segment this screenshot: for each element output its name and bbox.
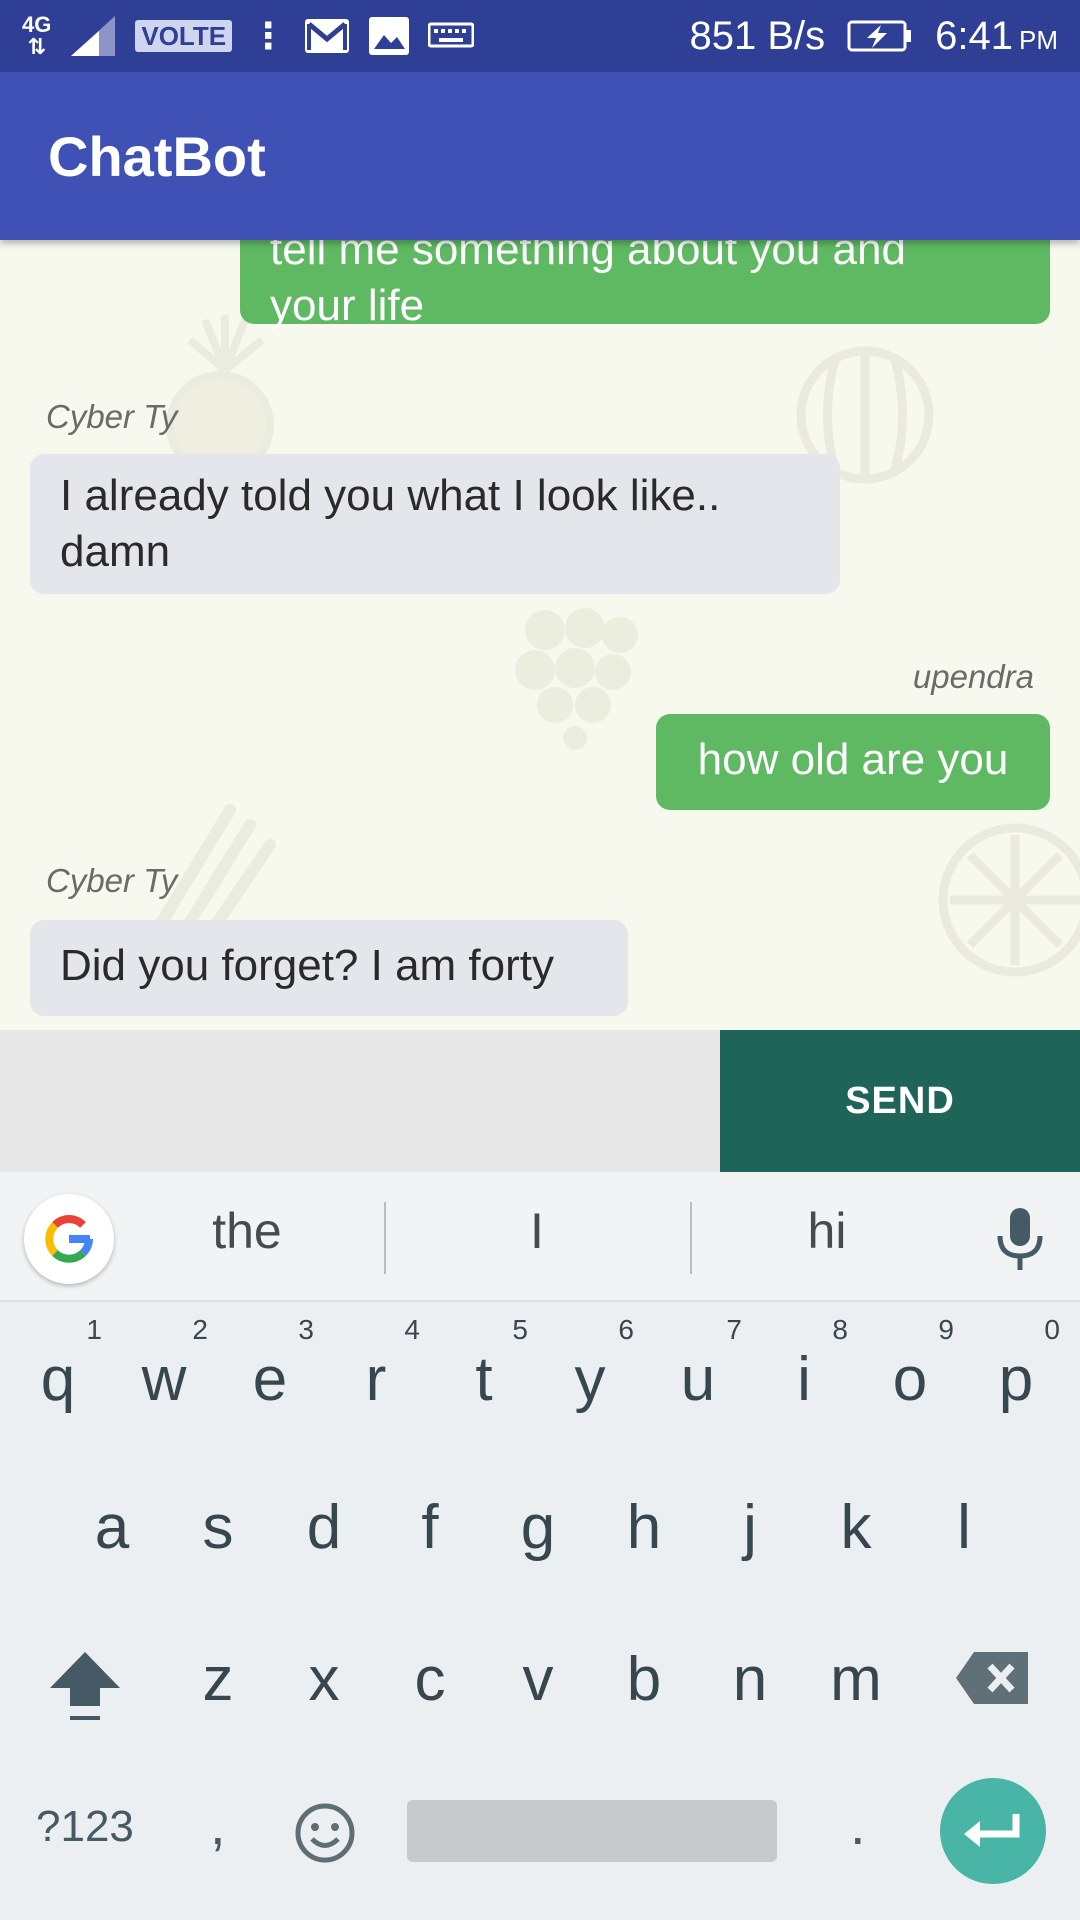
grapes-decoration-icon bbox=[515, 608, 638, 750]
suggestion-divider bbox=[384, 1202, 386, 1274]
battery-charging-icon bbox=[847, 20, 912, 52]
key-h[interactable]: h bbox=[594, 1454, 694, 1584]
enter-icon bbox=[964, 1814, 1020, 1847]
bot-message-bubble[interactable]: I already told you what I look like.. da… bbox=[30, 454, 840, 594]
message-compose-bar: SEND bbox=[0, 1030, 1080, 1172]
bot-sender-name: Cyber Ty bbox=[46, 398, 178, 435]
status-bar: 4G ⇅ VOLTE ⋮ 851 B/s 6:41 PM bbox=[0, 0, 1080, 72]
key-s[interactable]: s bbox=[168, 1454, 268, 1584]
message-text: tell me something about you and bbox=[270, 240, 906, 274]
google-logo-icon bbox=[45, 1215, 93, 1263]
key-v[interactable]: v bbox=[488, 1606, 588, 1736]
key-i[interactable]: 8i bbox=[754, 1306, 854, 1436]
suggestion-item[interactable]: I bbox=[412, 1202, 662, 1260]
signal-icon bbox=[71, 16, 116, 56]
bot-sender-name: Cyber Ty bbox=[46, 862, 178, 899]
citrus-decoration-icon bbox=[938, 823, 1080, 977]
key-j[interactable]: j bbox=[700, 1454, 800, 1584]
send-button[interactable]: SEND bbox=[720, 1030, 1080, 1172]
message-text: damn bbox=[60, 527, 171, 576]
key-b[interactable]: b bbox=[594, 1606, 694, 1736]
key-p[interactable]: 0p bbox=[966, 1306, 1066, 1436]
shift-icon[interactable] bbox=[44, 1644, 126, 1726]
more-notifications-icon: ⋮ bbox=[250, 15, 287, 56]
message-input[interactable] bbox=[0, 1030, 720, 1172]
key-e[interactable]: 3e bbox=[220, 1306, 320, 1436]
user-message-bubble[interactable]: how old are you bbox=[656, 714, 1050, 810]
message-text: Did you forget? I am forty bbox=[60, 941, 554, 990]
suggestion-divider bbox=[690, 1202, 692, 1274]
key-g[interactable]: g bbox=[488, 1454, 588, 1584]
network-type: 4G bbox=[22, 12, 52, 37]
user-sender-name: upendra bbox=[912, 658, 1034, 695]
message-text: how old are you bbox=[697, 735, 1009, 784]
key-z[interactable]: z bbox=[168, 1606, 268, 1736]
status-right: 851 B/s 6:41 PM bbox=[689, 8, 1058, 64]
gmail-icon bbox=[305, 19, 350, 53]
volte-badge: VOLTE bbox=[135, 20, 233, 52]
keyboard-notification-icon bbox=[428, 22, 475, 48]
bot-message-bubble[interactable]: Did you forget? I am forty bbox=[30, 920, 628, 1016]
key-x[interactable]: x bbox=[274, 1606, 374, 1736]
key-q[interactable]: 1q bbox=[8, 1306, 108, 1436]
screen: 4G ⇅ VOLTE ⋮ 851 B/s 6:41 PM ChatBot tel… bbox=[0, 0, 1080, 1920]
asparagus-decoration-icon bbox=[154, 804, 276, 935]
key-y[interactable]: 6y bbox=[540, 1306, 640, 1436]
key-l[interactable]: l bbox=[914, 1454, 1014, 1584]
key-n[interactable]: n bbox=[700, 1606, 800, 1736]
key-c[interactable]: c bbox=[380, 1606, 480, 1736]
key-a[interactable]: a bbox=[62, 1454, 162, 1584]
key-o[interactable]: 9o bbox=[860, 1306, 960, 1436]
google-search-button[interactable] bbox=[24, 1194, 114, 1284]
network-indicator: 4G ⇅ bbox=[22, 14, 51, 58]
suggestion-strip: the I hi bbox=[0, 1172, 1080, 1302]
backspace-icon[interactable] bbox=[956, 1650, 1030, 1706]
emoji-icon[interactable] bbox=[294, 1802, 356, 1864]
key-w[interactable]: 2w bbox=[114, 1306, 214, 1436]
data-arrows-icon: ⇅ bbox=[27, 34, 46, 59]
status-left: 4G ⇅ VOLTE ⋮ bbox=[22, 10, 475, 62]
gallery-icon bbox=[369, 17, 410, 55]
clock: 6:41 PM bbox=[935, 13, 1058, 58]
symbols-key[interactable]: ?123 bbox=[36, 1802, 134, 1852]
key-m[interactable]: m bbox=[806, 1606, 906, 1736]
key-f[interactable]: f bbox=[380, 1454, 480, 1584]
message-text: I already told you what I look like.. bbox=[60, 471, 721, 520]
network-speed: 851 B/s bbox=[689, 13, 826, 58]
microphone-icon[interactable] bbox=[990, 1204, 1050, 1274]
message-text: your life bbox=[270, 281, 425, 330]
comma-key[interactable]: , bbox=[210, 1792, 226, 1857]
suggestion-item[interactable]: hi bbox=[702, 1202, 952, 1260]
suggestion-item[interactable]: the bbox=[122, 1202, 372, 1260]
key-u[interactable]: 7u bbox=[648, 1306, 748, 1436]
key-d[interactable]: d bbox=[274, 1454, 374, 1584]
key-t[interactable]: 5t bbox=[434, 1306, 534, 1436]
user-message-bubble[interactable]: tell me something about you and your lif… bbox=[240, 240, 1050, 330]
app-bar: ChatBot bbox=[0, 72, 1080, 240]
soft-keyboard: the I hi 1q 2w 3e 4r 5t 6y 7u 8i 9o 0p a… bbox=[0, 1172, 1080, 1920]
app-title: ChatBot bbox=[48, 125, 266, 188]
period-key[interactable]: . bbox=[850, 1792, 866, 1857]
chat-list[interactable]: tell me something about you and your lif… bbox=[0, 240, 1080, 1030]
key-r[interactable]: 4r bbox=[326, 1306, 426, 1436]
enter-key[interactable] bbox=[940, 1778, 1046, 1884]
key-k[interactable]: k bbox=[806, 1454, 906, 1584]
space-bar[interactable] bbox=[407, 1800, 777, 1862]
